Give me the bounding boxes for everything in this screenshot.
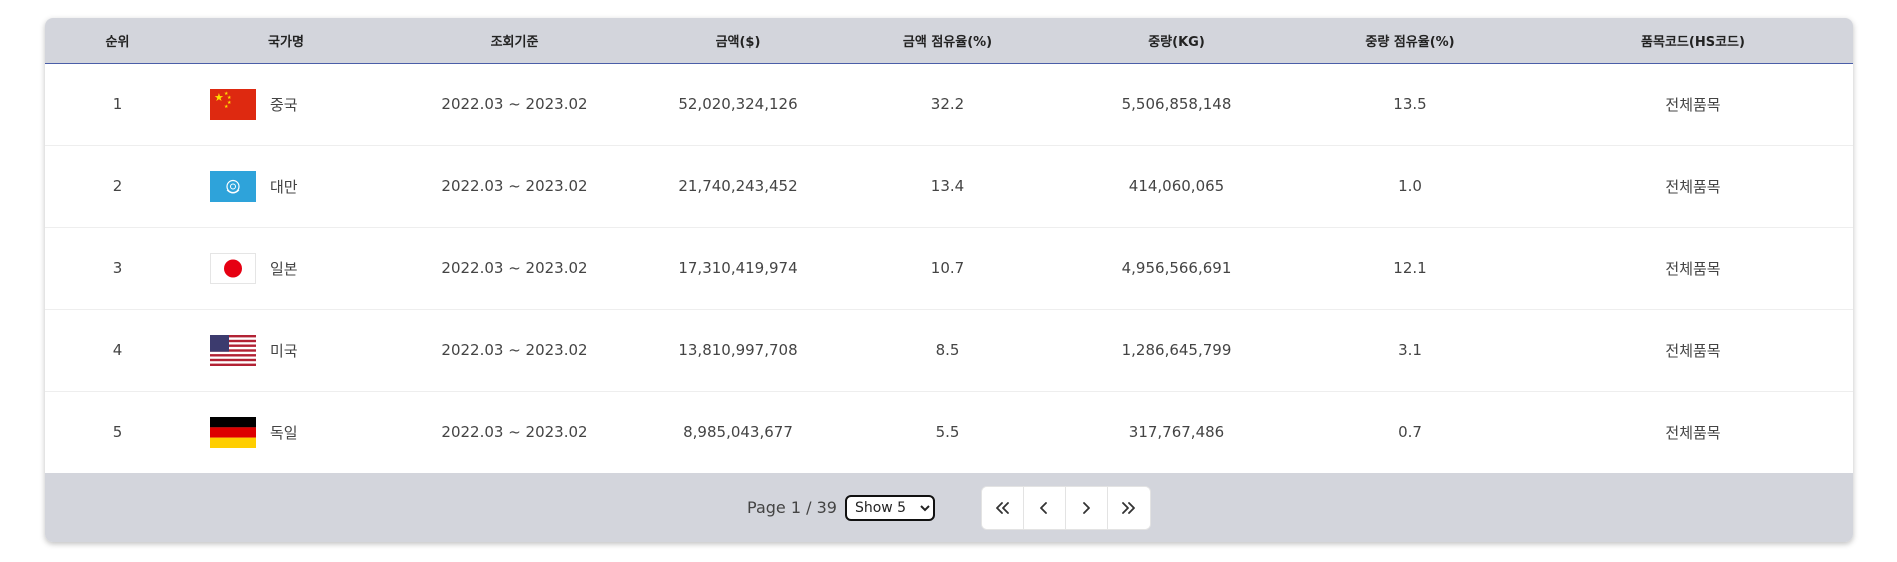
weight-share-cell: 13.5 bbox=[1393, 95, 1427, 113]
hs-code-cell: 전체품목 bbox=[1665, 423, 1721, 442]
next-page-icon bbox=[1083, 501, 1091, 514]
rank-cell: 1 bbox=[112, 95, 123, 113]
page-size-select[interactable]: Show 5 bbox=[844, 494, 935, 521]
rank-cell: 5 bbox=[112, 423, 123, 441]
header-rank[interactable]: 순위 bbox=[45, 18, 190, 64]
hs-code-cell: 전체품목 bbox=[1665, 95, 1721, 114]
svg-text:★: ★ bbox=[224, 104, 229, 110]
country-name: 중국 bbox=[270, 95, 298, 114]
country-name: 일본 bbox=[270, 259, 298, 278]
table-row[interactable]: 3 일본 2022.03 ~ 2023.02 17,310,419,974 10… bbox=[45, 227, 1853, 309]
next-page-button[interactable] bbox=[1065, 486, 1108, 529]
amount-cell: 17,310,419,974 bbox=[678, 259, 798, 277]
table-row[interactable]: 5 독일 2022.03 ~ 2023.02 8,985,043,677 5.5… bbox=[45, 391, 1853, 473]
previous-page-icon bbox=[1040, 501, 1048, 514]
period-cell: 2022.03 ~ 2023.02 bbox=[441, 423, 588, 441]
weight-cell: 414,060,065 bbox=[1128, 177, 1225, 195]
country-name: 독일 bbox=[270, 423, 298, 442]
table-row[interactable]: 2 대만 2022.03 ~ 2023.02 21,740,243,452 13… bbox=[45, 145, 1853, 227]
period-cell: 2022.03 ~ 2023.02 bbox=[441, 259, 588, 277]
country-name: 대만 bbox=[270, 177, 298, 196]
amount-cell: 52,020,324,126 bbox=[678, 95, 798, 113]
weight-cell: 4,956,566,691 bbox=[1121, 259, 1232, 277]
amount-share-cell: 10.7 bbox=[930, 259, 965, 277]
header-weight[interactable]: 중량(KG) bbox=[1066, 18, 1287, 64]
page-indicator: Page 1 / 39 bbox=[747, 498, 837, 517]
amount-share-cell: 5.5 bbox=[935, 423, 960, 441]
united-nations-flag-icon bbox=[210, 170, 256, 202]
pagination-footer: Page 1 / 39 Show 5 bbox=[45, 473, 1853, 542]
last-page-icon bbox=[1122, 501, 1135, 514]
weight-share-cell: 12.1 bbox=[1393, 259, 1427, 277]
weight-cell: 1,286,645,799 bbox=[1121, 341, 1232, 359]
weight-share-cell: 3.1 bbox=[1398, 341, 1422, 359]
period-cell: 2022.03 ~ 2023.02 bbox=[441, 95, 588, 113]
table-header-row: 순위 국가명 조회기준 금액($) 금액 점유율(%) 중량(KG) 중량 점유… bbox=[45, 18, 1853, 64]
pagination-controls bbox=[980, 485, 1151, 530]
country-name: 미국 bbox=[270, 341, 298, 360]
rank-cell: 4 bbox=[112, 341, 123, 359]
header-amount-share[interactable]: 금액 점유율(%) bbox=[829, 18, 1066, 64]
amount-cell: 21,740,243,452 bbox=[678, 177, 798, 195]
weight-cell: 317,767,486 bbox=[1128, 423, 1225, 441]
header-weight-share[interactable]: 중량 점유율(%) bbox=[1287, 18, 1533, 64]
header-country[interactable]: 국가명 bbox=[190, 18, 382, 64]
first-page-icon bbox=[996, 501, 1010, 514]
hs-code-cell: 전체품목 bbox=[1665, 341, 1721, 360]
hs-code-cell: 전체품목 bbox=[1665, 259, 1721, 278]
table-row[interactable]: 4 미국 2022.03 ~ 2023.02 13,810,997,708 8.… bbox=[45, 309, 1853, 391]
amount-share-cell: 8.5 bbox=[935, 341, 960, 359]
amount-cell: 8,985,043,677 bbox=[683, 423, 793, 441]
header-amount[interactable]: 금액($) bbox=[647, 18, 829, 64]
japan-flag-icon bbox=[210, 252, 256, 284]
country-ranking-table: 순위 국가명 조회기준 금액($) 금액 점유율(%) 중량(KG) 중량 점유… bbox=[45, 18, 1853, 474]
weight-share-cell: 0.7 bbox=[1398, 423, 1422, 441]
amount-cell: 13,810,997,708 bbox=[678, 341, 798, 359]
previous-page-button[interactable] bbox=[1023, 486, 1066, 529]
amount-share-cell: 13.4 bbox=[930, 177, 965, 195]
amount-share-cell: 32.2 bbox=[930, 95, 965, 113]
hs-code-cell: 전체품목 bbox=[1665, 177, 1721, 196]
weight-cell: 5,506,858,148 bbox=[1121, 95, 1232, 113]
weight-share-cell: 1.0 bbox=[1398, 177, 1422, 195]
china-flag-icon: ★ ★ ★ ★ ★ bbox=[210, 88, 256, 120]
germany-flag-icon bbox=[210, 416, 256, 448]
ranking-table-card: 순위 국가명 조회기준 금액($) 금액 점유율(%) 중량(KG) 중량 점유… bbox=[45, 18, 1853, 542]
rank-cell: 3 bbox=[112, 259, 123, 277]
header-hs-code[interactable]: 품목코드(HS코드) bbox=[1533, 18, 1853, 64]
usa-flag-icon bbox=[210, 334, 256, 366]
period-cell: 2022.03 ~ 2023.02 bbox=[441, 341, 588, 359]
svg-text:★: ★ bbox=[214, 91, 224, 104]
period-cell: 2022.03 ~ 2023.02 bbox=[441, 177, 588, 195]
rank-cell: 2 bbox=[112, 177, 123, 195]
header-period[interactable]: 조회기준 bbox=[382, 18, 647, 64]
first-page-button[interactable] bbox=[981, 486, 1024, 529]
last-page-button[interactable] bbox=[1107, 486, 1150, 529]
table-row[interactable]: 1 ★ ★ ★ ★ ★ 중국 2022.03 ~ 2023.02 52,020,… bbox=[45, 63, 1853, 145]
